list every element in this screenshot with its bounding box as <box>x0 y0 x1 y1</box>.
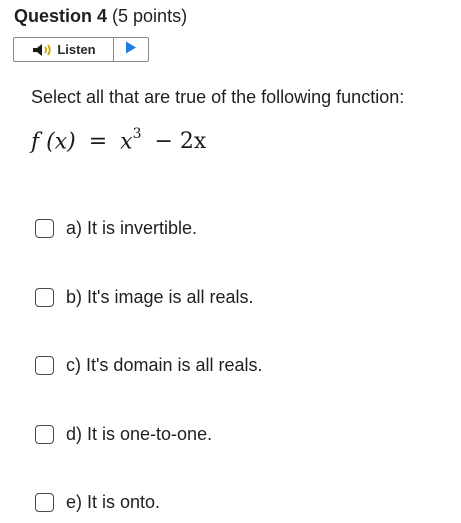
question-header: Question 4 (5 points) <box>14 6 187 27</box>
listen-toolbar: Listen <box>13 37 149 62</box>
option-b[interactable]: b) It's image is all reals. <box>35 287 254 308</box>
checkbox-c[interactable] <box>35 356 54 375</box>
speaker-icon <box>31 43 53 57</box>
question-title: Question 4 <box>14 6 108 26</box>
formula-base: x <box>120 129 133 155</box>
function-formula: f (x) = x3 − 2x <box>31 126 207 155</box>
listen-button[interactable]: Listen <box>14 38 114 61</box>
checkbox-d[interactable] <box>35 425 54 444</box>
option-label: d) It is one-to-one. <box>66 424 213 444</box>
option-label: a) It is invertible. <box>66 218 198 238</box>
formula-equals: = <box>88 129 108 155</box>
checkbox-e[interactable] <box>35 493 54 512</box>
listen-label: Listen <box>57 42 96 57</box>
option-label: c) It's domain is all reals. <box>66 355 263 375</box>
option-a[interactable]: a) It is invertible. <box>35 218 197 239</box>
option-d[interactable]: d) It is one-to-one. <box>35 424 212 445</box>
play-icon <box>125 41 137 59</box>
formula-lhs: f (x) <box>31 129 76 155</box>
checkbox-a[interactable] <box>35 219 54 238</box>
option-c[interactable]: c) It's domain is all reals. <box>35 355 263 376</box>
option-label: e) It is onto. <box>66 492 161 512</box>
formula-rest: − 2x <box>154 129 207 155</box>
question-prompt: Select all that are true of the followin… <box>31 87 405 107</box>
checkbox-b[interactable] <box>35 288 54 307</box>
play-button[interactable] <box>114 38 148 61</box>
question-points: (5 points) <box>112 6 188 26</box>
option-label: b) It's image is all reals. <box>66 287 254 307</box>
formula-exponent: 3 <box>132 126 142 142</box>
option-e[interactable]: e) It is onto. <box>35 492 160 513</box>
